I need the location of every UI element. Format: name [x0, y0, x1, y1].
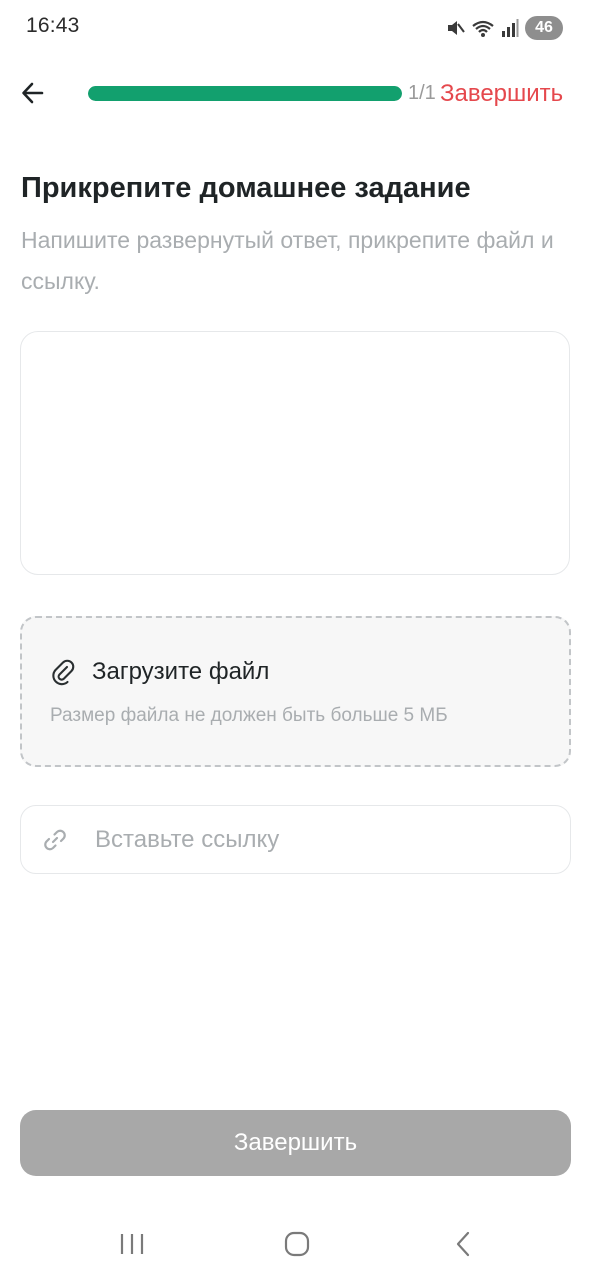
signal-icon: [501, 18, 519, 38]
status-icons: 46: [445, 14, 563, 42]
top-nav: 1/1 Завершить: [0, 66, 591, 122]
file-upload-zone[interactable]: Загрузите файл Размер файла не должен бы…: [20, 616, 571, 767]
submit-button[interactable]: Завершить: [20, 1110, 571, 1176]
recent-apps-icon[interactable]: [112, 1224, 152, 1264]
system-navigation-bar: [0, 1210, 591, 1276]
upload-hint: Размер файла не должен быть больше 5 МБ: [50, 705, 448, 726]
paperclip-icon: [52, 659, 75, 686]
finish-link[interactable]: Завершить: [440, 80, 563, 108]
back-nav-icon[interactable]: [443, 1224, 483, 1264]
arrow-left-icon: [22, 82, 44, 104]
page-subtitle: Напишите развернутый ответ, прикрепите ф…: [21, 227, 554, 294]
answer-textarea[interactable]: [20, 331, 570, 575]
back-button[interactable]: [14, 74, 52, 112]
battery-icon: 46: [525, 16, 563, 40]
progress-count: 1/1: [408, 82, 436, 104]
link-input[interactable]: [93, 816, 557, 864]
page-title: Прикрепите домашнее задание: [21, 172, 471, 204]
link-field[interactable]: [20, 805, 571, 874]
link-icon: [44, 829, 66, 851]
home-icon[interactable]: [277, 1224, 317, 1264]
status-bar: 16:43 46: [0, 0, 591, 56]
progress-fill: [88, 86, 402, 101]
mute-icon: [445, 18, 465, 38]
status-time: 16:43: [26, 14, 80, 37]
upload-title: Загрузите файл: [92, 658, 270, 685]
progress-bar: [88, 86, 402, 101]
wifi-icon: [471, 18, 495, 38]
